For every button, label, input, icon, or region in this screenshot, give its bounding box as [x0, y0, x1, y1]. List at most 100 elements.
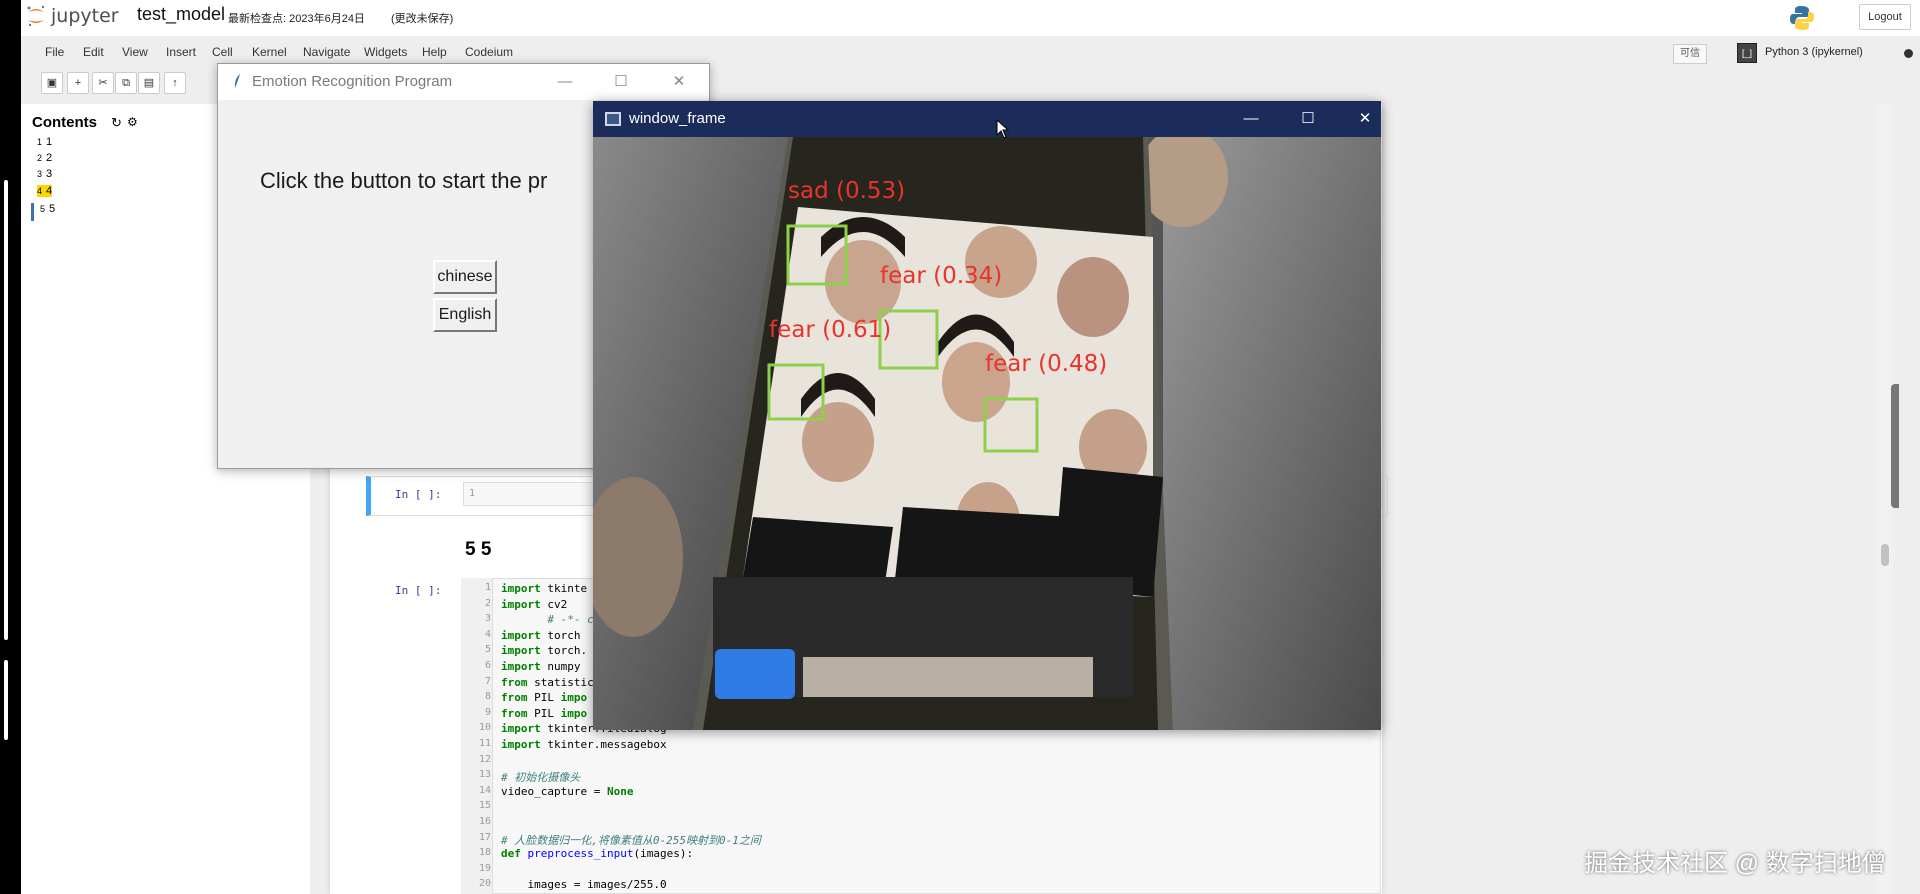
close-button[interactable]: ✕	[1350, 107, 1380, 131]
logout-button[interactable]: Logout	[1859, 4, 1911, 30]
toc-item[interactable]: 22	[37, 152, 52, 164]
maximize-button[interactable]: ☐	[1293, 107, 1323, 131]
kernel-status-icon	[1904, 49, 1913, 58]
code-line: 20 images = images/255.0	[465, 878, 1385, 894]
menu-file[interactable]: File	[45, 45, 64, 59]
line-number: 5	[484, 644, 491, 656]
kernel-name[interactable]: Python 3 (ipykernel)	[1765, 46, 1863, 58]
emotion-label: sad (0.53)	[788, 178, 905, 204]
app-tile	[715, 649, 795, 699]
menu-kernel[interactable]: Kernel	[252, 45, 287, 59]
code-text: # 初始化摄像头	[501, 769, 580, 785]
left-edge-bar	[4, 180, 8, 640]
trusted-indicator[interactable]: 可信	[1673, 44, 1707, 64]
line-number: 14	[478, 784, 491, 796]
code-token: tkinter.messagebox	[540, 738, 667, 751]
code-text: # 人脸数据归一化,将像素值从0-255映射到0-1之间	[501, 832, 761, 848]
code-token: import	[501, 582, 541, 595]
code-token: from	[501, 691, 528, 705]
toc-title: Contents	[32, 114, 97, 131]
code-token: torch.	[540, 644, 588, 658]
code-token: import	[501, 722, 541, 736]
code-token: import	[501, 644, 541, 658]
code-text: images = images/255.0	[501, 878, 667, 892]
toc-item-number: 4	[37, 186, 43, 196]
code-token: def	[501, 847, 521, 861]
code-token: statistic	[527, 675, 594, 689]
code-text: import tkinter.messagebox	[501, 738, 667, 751]
line-number: 4	[484, 628, 491, 640]
tk-feather-icon	[234, 74, 240, 88]
minimize-button[interactable]: —	[1236, 107, 1266, 131]
toc-item-label: 4	[46, 185, 53, 197]
line-number: 17	[478, 831, 491, 843]
toc-item-current[interactable]: 55	[40, 203, 55, 215]
copy-button[interactable]: ⧉	[115, 72, 137, 94]
english-button[interactable]: English	[433, 298, 497, 332]
toc-item-number: 3	[37, 169, 43, 179]
toc-item[interactable]: 33	[37, 168, 52, 180]
menu-cell[interactable]: Cell	[212, 45, 233, 59]
cell-prompt: In [ ]:	[395, 488, 442, 501]
window-frame: window_frame — ☐ ✕ sad (0.53) fear (0.34…	[593, 101, 1381, 730]
code-line: 15	[465, 800, 1385, 816]
menu-help[interactable]: Help	[422, 45, 447, 59]
refresh-icon[interactable]: ↻	[111, 115, 122, 131]
jupyter-logo[interactable]: jupyter	[25, 4, 119, 28]
menu-edit[interactable]: Edit	[83, 45, 104, 59]
paste-button[interactable]: ▤	[138, 72, 160, 94]
line-number: 12	[478, 753, 491, 765]
code-text: from PIL impo	[501, 707, 587, 720]
line-number: 13	[478, 769, 491, 781]
toc-item[interactable]: 11	[37, 136, 52, 148]
camera-frame: sad (0.53) fear (0.34) fear (0.61) fear …	[593, 137, 1381, 730]
jupyter-header: jupyter test_model 最新检查点: 2023年6月24日 (更改…	[21, 0, 1920, 36]
cut-button[interactable]: ✂	[92, 72, 114, 94]
code-text: import torch	[501, 629, 581, 642]
window-titlebar[interactable]: window_frame — ☐ ✕	[593, 101, 1381, 137]
toc-item-highlighted[interactable]: 44	[37, 185, 53, 197]
emotion-label: fear (0.48)	[985, 351, 1107, 377]
menu-view[interactable]: View	[122, 45, 148, 59]
window-title: window_frame	[629, 110, 726, 127]
toc-item-label: 5	[49, 203, 56, 215]
line-number: 16	[478, 816, 491, 827]
notebook-name[interactable]: test_model	[137, 4, 225, 25]
scrollbar-thumb[interactable]	[1881, 544, 1889, 566]
move-up-button[interactable]: ↑	[164, 72, 186, 94]
chinese-button[interactable]: chinese	[433, 260, 497, 294]
gear-icon[interactable]: ⚙	[127, 115, 138, 129]
toc-item-number: 2	[37, 153, 43, 163]
camera-background-right	[1163, 137, 1381, 730]
line-number: 9	[484, 706, 491, 718]
insert-cell-button[interactable]: +	[67, 72, 89, 94]
code-token: # 初始化摄像头	[501, 771, 581, 785]
code-token: # 人脸数据归一化,将像素值从0-255映射到0-1之间	[501, 833, 761, 847]
menu-codeium[interactable]: Codeium	[465, 45, 513, 59]
code-token: images = images/255.0	[501, 878, 667, 892]
menu-widgets[interactable]: Widgets	[364, 45, 407, 59]
code-line: 11 import tkinter.messagebox	[465, 738, 1385, 754]
line-number: 18	[478, 847, 491, 859]
menu-navigate[interactable]: Navigate	[303, 45, 350, 59]
code-token: import	[501, 597, 541, 611]
save-button[interactable]: ▣	[41, 72, 63, 94]
kernel-logo-icon: [_]	[1737, 43, 1757, 63]
code-token: PIL	[527, 691, 561, 705]
code-token: PIL	[527, 706, 561, 720]
code-text: from statistic	[501, 676, 594, 689]
toc-item-label: 2	[46, 152, 53, 164]
menu-insert[interactable]: Insert	[166, 45, 196, 59]
line-number: 10	[478, 722, 491, 734]
minimize-button[interactable]: —	[553, 70, 577, 94]
window-titlebar[interactable]: Emotion Recognition Program — ☐ ✕	[218, 64, 709, 100]
line-number: 7	[484, 675, 491, 687]
maximize-button[interactable]: ☐	[609, 70, 633, 94]
code-token: from	[501, 675, 528, 689]
code-line: 17 # 人脸数据归一化,将像素值从0-255映射到0-1之间	[465, 832, 1385, 848]
screen: jupyter test_model 最新检查点: 2023年6月24日 (更改…	[0, 0, 1920, 894]
instruction-text: Click the button to start the pr	[260, 168, 548, 193]
side-panel-toggle[interactable]	[1891, 384, 1899, 508]
close-button[interactable]: ✕	[667, 70, 691, 94]
